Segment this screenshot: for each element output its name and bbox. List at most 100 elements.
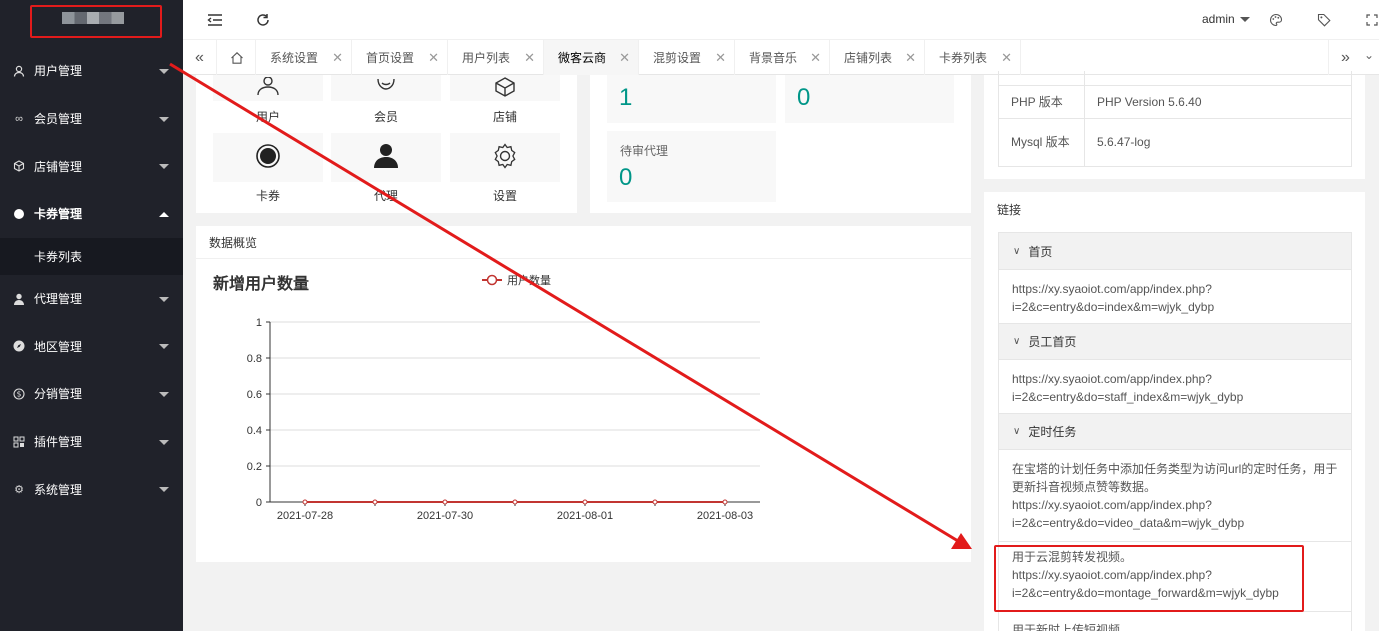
table-row: PHP 版本 PHP Version 5.6.40 [998,84,1352,119]
collapse-body: https://xy.syaoiot.com/app/index.php? i=… [999,360,1351,413]
chevron-down-icon [159,164,169,170]
data-point [512,499,518,505]
link-text[interactable]: i=2&c=entry&do=index&m=wjyk_dybp [1012,298,1338,316]
annotation-box-forward [994,545,1304,612]
quick-tile-members[interactable] [331,75,441,101]
tab-weike-yunshang[interactable]: 微客云商 ✕ [544,40,639,75]
stat-title: 待审代理 [620,144,669,158]
tab-label: 混剪设置 [653,51,702,65]
close-icon[interactable]: ✕ [1001,50,1012,66]
sidebar-subitem-label: 卡券列表 [34,249,83,264]
tag-icon[interactable] [1314,10,1334,30]
close-icon[interactable]: ✕ [619,50,630,66]
svg-text:$: $ [17,390,22,399]
collapse-header-staff[interactable]: ∨ 员工首页 [999,323,1351,360]
stat-box[interactable]: 0 [785,75,954,123]
cube-icon [12,159,26,173]
data-point [652,499,658,505]
link-icon: ∞ [15,112,23,125]
tabs-scroll-left-icon[interactable]: « [183,40,217,75]
circle-icon [12,207,26,221]
tabs-scroll-right-icon[interactable]: » [1328,40,1362,75]
tab-montage-settings[interactable]: 混剪设置 ✕ [639,40,735,75]
stat-box-pending-agents[interactable]: 待审代理 0 [607,131,776,202]
sidebar-subitem-coupon-list[interactable]: 卡券列表 [0,237,183,275]
stat-value: 0 [797,84,811,111]
sidebar-item-label: 分销管理 [34,387,83,402]
home-icon[interactable] [218,40,256,75]
y-tick-label: 0.8 [247,353,262,365]
stat-value: 0 [619,164,633,191]
sidebar-item-shops[interactable]: 店铺管理 [0,142,183,190]
tab-home-settings[interactable]: 首页设置 ✕ [352,40,448,75]
quick-tile-coupons[interactable] [213,133,323,182]
chevron-down-icon [159,296,169,302]
tab-shop-list[interactable]: 店铺列表 ✕ [830,40,925,75]
tab-label: 卡券列表 [939,51,988,65]
info-key: Mysql 版本 [998,117,1085,167]
legend-label: 用户数量 [507,273,551,287]
collapse-header-home[interactable]: ∨ 首页 [999,233,1351,270]
link-text[interactable]: i=2&c=entry&do=staff_index&m=wjyk_dybp [1012,388,1338,406]
tab-user-list[interactable]: 用户列表 ✕ [448,40,544,75]
sidebar-item-agents[interactable]: 代理管理 [0,275,183,323]
chevron-down-icon [1240,17,1250,22]
tab-label: 首页设置 [366,51,415,65]
theme-icon[interactable] [1266,10,1286,30]
user-icon [12,64,26,78]
sidebar-item-members[interactable]: ∞ 会员管理 [0,95,183,143]
sidebar-item-regions[interactable]: 地区管理 [0,322,183,370]
compass-icon [12,339,26,353]
shop-icon [493,76,517,100]
quick-tile-users[interactable] [213,75,323,101]
close-icon[interactable]: ✕ [715,50,726,66]
sidebar-item-system[interactable]: ⚙ 系统管理 [0,466,183,514]
refresh-icon[interactable] [253,10,273,30]
close-icon[interactable]: ✕ [810,50,821,66]
tabs-bar: « 系统设置 ✕ 首页设置 ✕ 用户列表 ✕ 微客云商 ✕ 混剪设置 ✕ 背景音乐 ✕ 店铺… [183,40,1379,75]
link-text[interactable]: https://xy.syaoiot.com/app/index.php? [1012,370,1338,388]
data-point [722,499,728,505]
annotation-box-logo [30,5,162,38]
close-icon[interactable]: ✕ [428,50,439,66]
x-tick-label: 2021-08-01 [557,510,613,522]
apps-icon [12,435,26,449]
admin-user-menu[interactable]: admin [1202,12,1235,26]
collapse-body-cut: 用于新时上传短视频 [999,611,1351,631]
fullscreen-icon[interactable] [1362,10,1379,30]
sidebar-item-distribution[interactable]: $ 分销管理 [0,370,183,418]
tab-label: 系统设置 [270,51,319,65]
close-icon[interactable]: ✕ [332,50,343,66]
menu-fold-icon[interactable] [205,10,225,30]
tab-coupon-list[interactable]: 卡券列表 ✕ [925,40,1021,75]
quick-tile-shops[interactable] [450,75,560,101]
sidebar-item-users[interactable]: 用户管理 [0,47,183,95]
collapse-header-cron[interactable]: ∨ 定时任务 [999,413,1351,450]
data-point [582,499,588,505]
close-icon[interactable]: ✕ [905,50,916,66]
sidebar-item-label: 代理管理 [34,292,83,307]
settings-icon [491,142,519,173]
chevron-down-icon[interactable]: ⌄ [1364,48,1374,62]
dollar-icon: $ [12,387,26,401]
link-text[interactable]: i=2&c=entry&do=video_data&m=wjyk_dybp [1012,514,1338,532]
quick-tile-agents[interactable] [331,133,441,182]
system-info-card: PHP 版本 PHP Version 5.6.40 Mysql 版本 5.6.4… [984,71,1365,179]
body-text: 用于新时上传短视频 [1012,623,1121,631]
sidebar-item-label: 插件管理 [34,435,83,450]
close-icon[interactable]: ✕ [524,50,535,66]
quick-label: 设置 [492,189,517,203]
users-icon [255,75,281,100]
sidebar-item-coupons[interactable]: 卡券管理 [0,190,183,238]
tab-label: 背景音乐 [749,51,798,65]
sidebar: 用户管理 ∞ 会员管理 店铺管理 卡券管理 卡券列表 代理管理 地区管理 $ 分… [0,0,183,631]
stat-box[interactable]: 1 [607,75,776,123]
person-icon [12,292,26,306]
link-text[interactable]: https://xy.syaoiot.com/app/index.php? [1012,280,1338,298]
x-tick-label: 2021-07-30 [417,510,473,522]
sidebar-item-plugins[interactable]: 插件管理 [0,418,183,466]
tab-background-music[interactable]: 背景音乐 ✕ [735,40,830,75]
link-text[interactable]: https://xy.syaoiot.com/app/index.php? [1012,496,1338,514]
tab-system-settings[interactable]: 系统设置 ✕ [256,40,352,75]
quick-tile-settings[interactable] [450,133,560,182]
